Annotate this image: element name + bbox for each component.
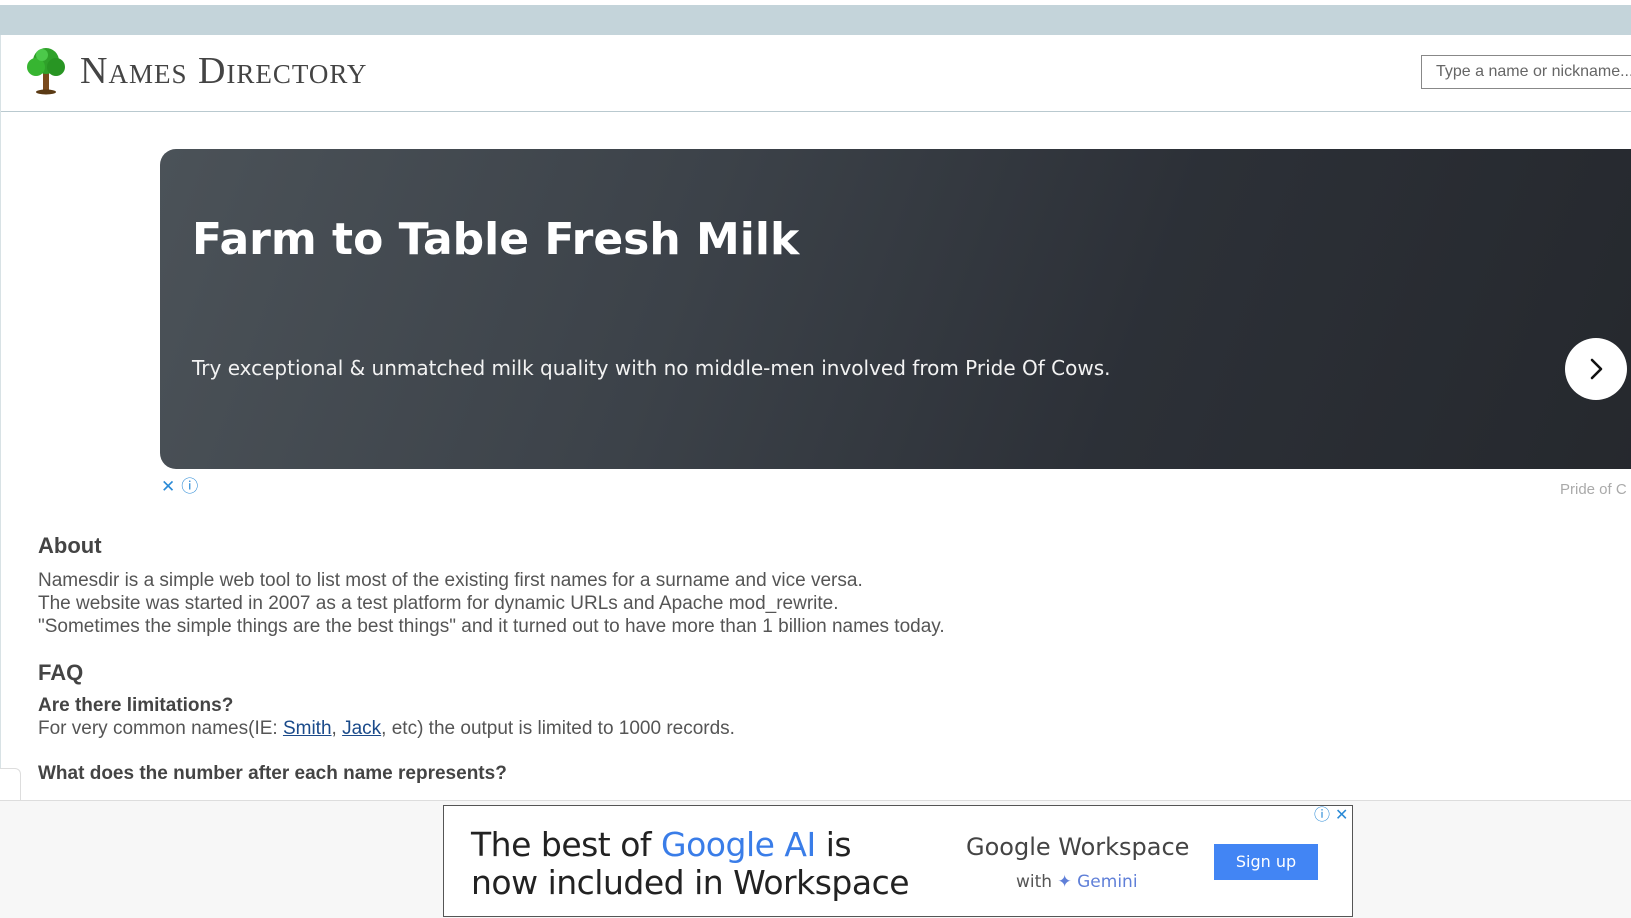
info-icon[interactable]: ⓘ [1314, 808, 1330, 824]
left-border [0, 111, 1, 801]
search-input[interactable] [1421, 55, 1631, 89]
site-brand[interactable]: Names Directory [80, 49, 367, 93]
faq-question-2: What does the number after each name rep… [38, 763, 507, 784]
ad-next-button[interactable] [1565, 338, 1627, 400]
ad-title[interactable]: Farm to Table Fresh Milk [192, 214, 799, 265]
ad-banner-bottom[interactable]: The best of Google AI is now included in… [443, 805, 1353, 917]
about-line-2: The website was started in 2007 as a tes… [38, 593, 839, 614]
headline-google-ai: Google AI [661, 825, 816, 864]
link-smith[interactable]: Smith [283, 718, 332, 739]
headline-prefix: The best of [471, 825, 662, 864]
gemini-label: ✦ Gemini [1057, 872, 1138, 892]
faq-question-1: Are there limitations? [38, 695, 234, 716]
banner-with-gemini: with ✦ Gemini [1016, 872, 1138, 892]
bottom-ad-tab[interactable] [0, 768, 21, 802]
ad-subtitle[interactable]: Try exceptional & unmatched milk quality… [192, 356, 1111, 380]
ad-source-label[interactable]: Pride of C [1560, 481, 1627, 498]
faq-answer-1: For very common names(IE: Smith, Jack, e… [38, 717, 1598, 740]
main-content: About Namesdir is a simple web tool to l… [38, 533, 1598, 785]
about-line-3: "Sometimes the simple things are the bes… [38, 616, 945, 637]
top-strip [0, 0, 1631, 35]
headline-mid: is [815, 825, 852, 864]
sign-up-button[interactable]: Sign up [1214, 844, 1318, 880]
ad-controls-top: ✕ ⓘ [161, 478, 198, 496]
ad-controls-bottom: ⓘ ✕ [1314, 808, 1348, 824]
with-label: with [1016, 872, 1053, 892]
about-line-1: Namesdir is a simple web tool to list mo… [38, 570, 863, 591]
answer-text-prefix: For very common names(IE: [38, 718, 283, 739]
headline-line-2: now included in Workspace [471, 863, 910, 902]
banner-brand[interactable]: Google Workspace [966, 833, 1189, 861]
about-heading: About [38, 533, 102, 558]
faq-heading: FAQ [38, 660, 84, 685]
ad-banner-top[interactable]: Farm to Table Fresh Milk Try exceptional… [160, 149, 1631, 469]
top-strip-edge [0, 0, 1631, 5]
info-icon[interactable]: ⓘ [181, 478, 198, 496]
banner-headline[interactable]: The best of Google AI is now included in… [471, 825, 910, 902]
tree-icon[interactable] [25, 45, 67, 95]
site-header: Names Directory [0, 35, 1631, 112]
answer-text-suffix: , etc) the output is limited to 1000 rec… [381, 718, 735, 739]
answer-separator: , [331, 718, 343, 739]
close-icon[interactable]: ✕ [161, 478, 175, 496]
chevron-right-icon [1590, 358, 1603, 380]
close-icon[interactable]: ✕ [1335, 808, 1348, 824]
link-jack[interactable]: Jack [342, 718, 381, 739]
